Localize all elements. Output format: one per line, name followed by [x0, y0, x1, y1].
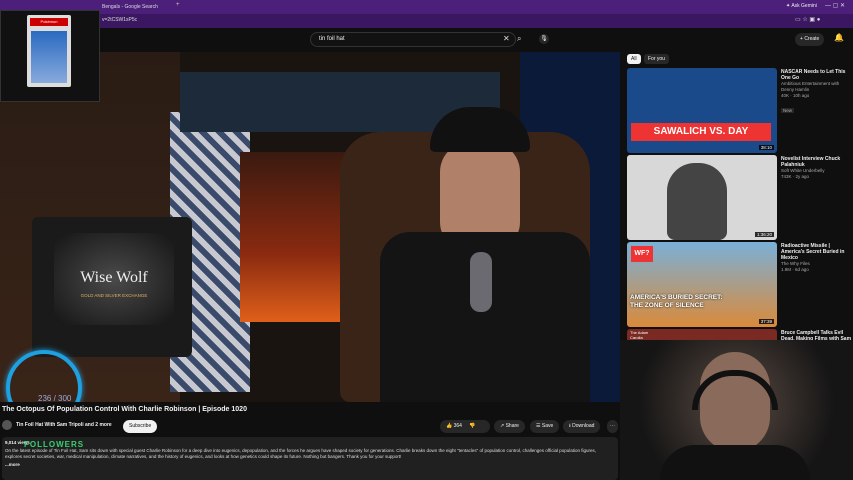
webcam-overlay — [620, 340, 853, 480]
video-player[interactable]: Wise Wolf GOLD AND SILVER EXCHANGE 236 /… — [0, 52, 620, 402]
address-bar[interactable]: v=2tCSW1sP5c ▭ ☆ ▣ ● — [0, 14, 853, 28]
graded-card: Pokémon — [27, 15, 71, 87]
new-tab-icon[interactable]: + — [176, 2, 180, 8]
show-more-link[interactable]: ...more — [5, 462, 20, 467]
search-icon[interactable]: ⌕ — [517, 34, 521, 44]
like-count: 364 — [453, 423, 462, 429]
vintage-tv: Wise Wolf GOLD AND SILVER EXCHANGE — [32, 217, 192, 357]
download-button[interactable]: ⭳ Download — [563, 420, 601, 433]
notifications-icon[interactable]: 🔔 — [834, 33, 844, 42]
thumbs-up-icon: 👍 — [446, 423, 453, 429]
sign-subtext: GOLD AND SILVER EXCHANGE — [80, 293, 148, 298]
create-label: Create — [804, 36, 820, 42]
window-controls[interactable]: — ▢ ✕ — [825, 2, 845, 9]
browser-tab[interactable]: Bengals - Google Search — [96, 2, 164, 13]
video-duration: 38:10 — [758, 145, 774, 150]
related-video-info[interactable]: NASCAR Needs to Let This One Go Ambitiou… — [781, 69, 853, 117]
description-text: On the latest episode of Tin Foil Hat, S… — [5, 448, 596, 459]
download-icon: ⭳ — [569, 423, 571, 429]
url-text: v=2tCSW1sP5c — [102, 17, 138, 23]
thumbnail-portrait — [667, 163, 727, 240]
extension-icons[interactable]: ▭ ☆ ▣ ● — [795, 16, 820, 23]
share-label: Share — [505, 423, 519, 429]
related-video-thumbnail[interactable]: 1:36:20 — [627, 155, 777, 240]
related-video-thumbnail[interactable]: WF? AMERICA'S BURIED SECRET: THE ZONE OF… — [627, 242, 777, 327]
thumbnail-caption: AMERICA'S BURIED SECRET: THE ZONE OF SIL… — [630, 294, 723, 309]
video-duration: 1:36:20 — [754, 232, 774, 237]
card-overlay: Pokémon — [0, 10, 100, 102]
save-label: Save — [541, 423, 554, 429]
followers-count: 236 / 300 — [38, 394, 72, 402]
thumbnail-caption: SAWALICH VS. DAY — [631, 123, 771, 141]
clear-icon[interactable]: ✕ — [503, 34, 510, 43]
save-button[interactable]: ☰ Save — [530, 420, 560, 433]
followers-label: FOLLOWERS — [24, 440, 85, 449]
microphone — [470, 252, 492, 312]
chip-all[interactable]: All — [627, 54, 641, 64]
related-video-thumbnail[interactable]: SAWALICH VS. DAY 38:10 — [627, 68, 777, 153]
tab-label: Bengals - Google Search — [102, 4, 158, 10]
like-button[interactable]: 👍 364 👎 — [440, 420, 490, 433]
card-label: Pokémon — [30, 18, 68, 26]
card-art — [31, 31, 67, 83]
video-title: The Octopus Of Population Control With C… — [2, 406, 247, 413]
related-video-title: Novelist Interview Chuck Palahniuk — [781, 156, 841, 168]
subscribe-label: Subscribe — [129, 423, 152, 429]
related-video-title: NASCAR Needs to Let This One Go — [781, 69, 846, 81]
related-video-meta: 743K · 2y ago — [781, 174, 810, 179]
share-button[interactable]: ↗ Share — [494, 420, 525, 433]
related-video-info[interactable]: Radioactive Missile | America's Secret B… — [781, 243, 853, 273]
related-video-info[interactable]: Novelist Interview Chuck Palahniuk Soft … — [781, 156, 853, 180]
subscribe-button[interactable]: Subscribe — [123, 420, 158, 433]
channel-name[interactable]: Tin Foil Hat With Sam Tripoli and 2 more — [16, 422, 112, 428]
sign-logo-text: Wise Wolf — [80, 269, 148, 286]
tv-screen: Wise Wolf GOLD AND SILVER EXCHANGE — [54, 233, 174, 325]
thumbs-down-icon[interactable]: 👎 — [469, 423, 475, 429]
related-video-channel: Ambitious Entertainment with Denny Hamli… — [781, 81, 840, 92]
more-actions-button[interactable]: ⋯ — [607, 420, 618, 433]
related-video-meta: 40K · 10h ago — [781, 93, 810, 98]
save-icon: ☰ — [536, 423, 541, 429]
ask-gemini-button[interactable]: ✦ Ask Gemini — [786, 3, 817, 9]
chip-for-you[interactable]: For you — [644, 54, 669, 64]
create-button[interactable]: + Create — [795, 33, 825, 46]
fireplace — [240, 152, 350, 322]
related-video-meta: 1.9M · 6d ago — [781, 267, 809, 272]
search-box[interactable]: tin foil hat ✕ — [310, 32, 516, 47]
ask-gemini-label: Ask Gemini — [791, 3, 817, 9]
video-duration: 37:39 — [758, 319, 774, 324]
streamer-shirt — [660, 445, 810, 480]
microphone-icon[interactable]: 🎙 — [539, 34, 549, 44]
search-input[interactable]: tin foil hat — [319, 36, 345, 42]
download-label: Download — [572, 423, 595, 429]
description-box[interactable]: 9,014 views On the latest episode of Tin… — [2, 437, 618, 480]
share-icon: ↗ — [500, 423, 505, 429]
why-files-logo-icon: WF? — [631, 246, 653, 262]
related-video-title: Radioactive Missile | America's Secret B… — [781, 243, 845, 261]
new-badge: New — [781, 108, 795, 113]
browser-tab-bar: Bengals - Google Search + ✦ Ask Gemini —… — [0, 0, 853, 14]
channel-avatar[interactable] — [2, 420, 12, 430]
